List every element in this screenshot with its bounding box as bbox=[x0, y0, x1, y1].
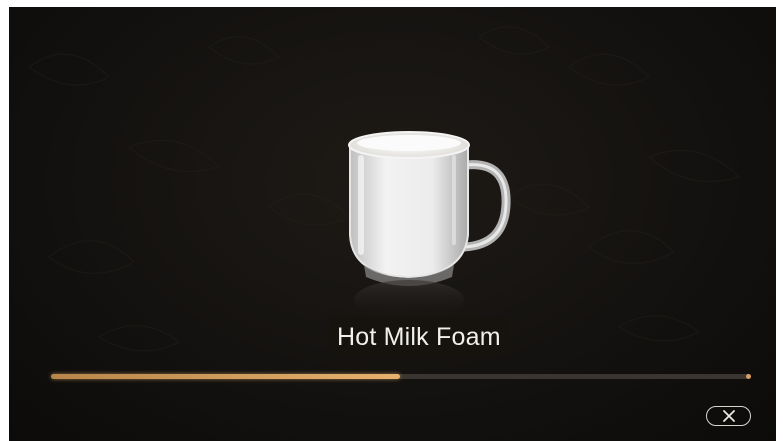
close-icon bbox=[722, 410, 735, 422]
brewing-screen: Hot Milk Foam bbox=[9, 7, 776, 441]
milk-foam-mug-icon bbox=[334, 115, 514, 325]
progress-end-marker bbox=[746, 374, 751, 379]
product-name-label: Hot Milk Foam bbox=[329, 317, 509, 357]
progress-fill bbox=[51, 374, 400, 379]
cancel-button[interactable] bbox=[706, 406, 751, 426]
brewing-progress-bar bbox=[51, 374, 749, 379]
